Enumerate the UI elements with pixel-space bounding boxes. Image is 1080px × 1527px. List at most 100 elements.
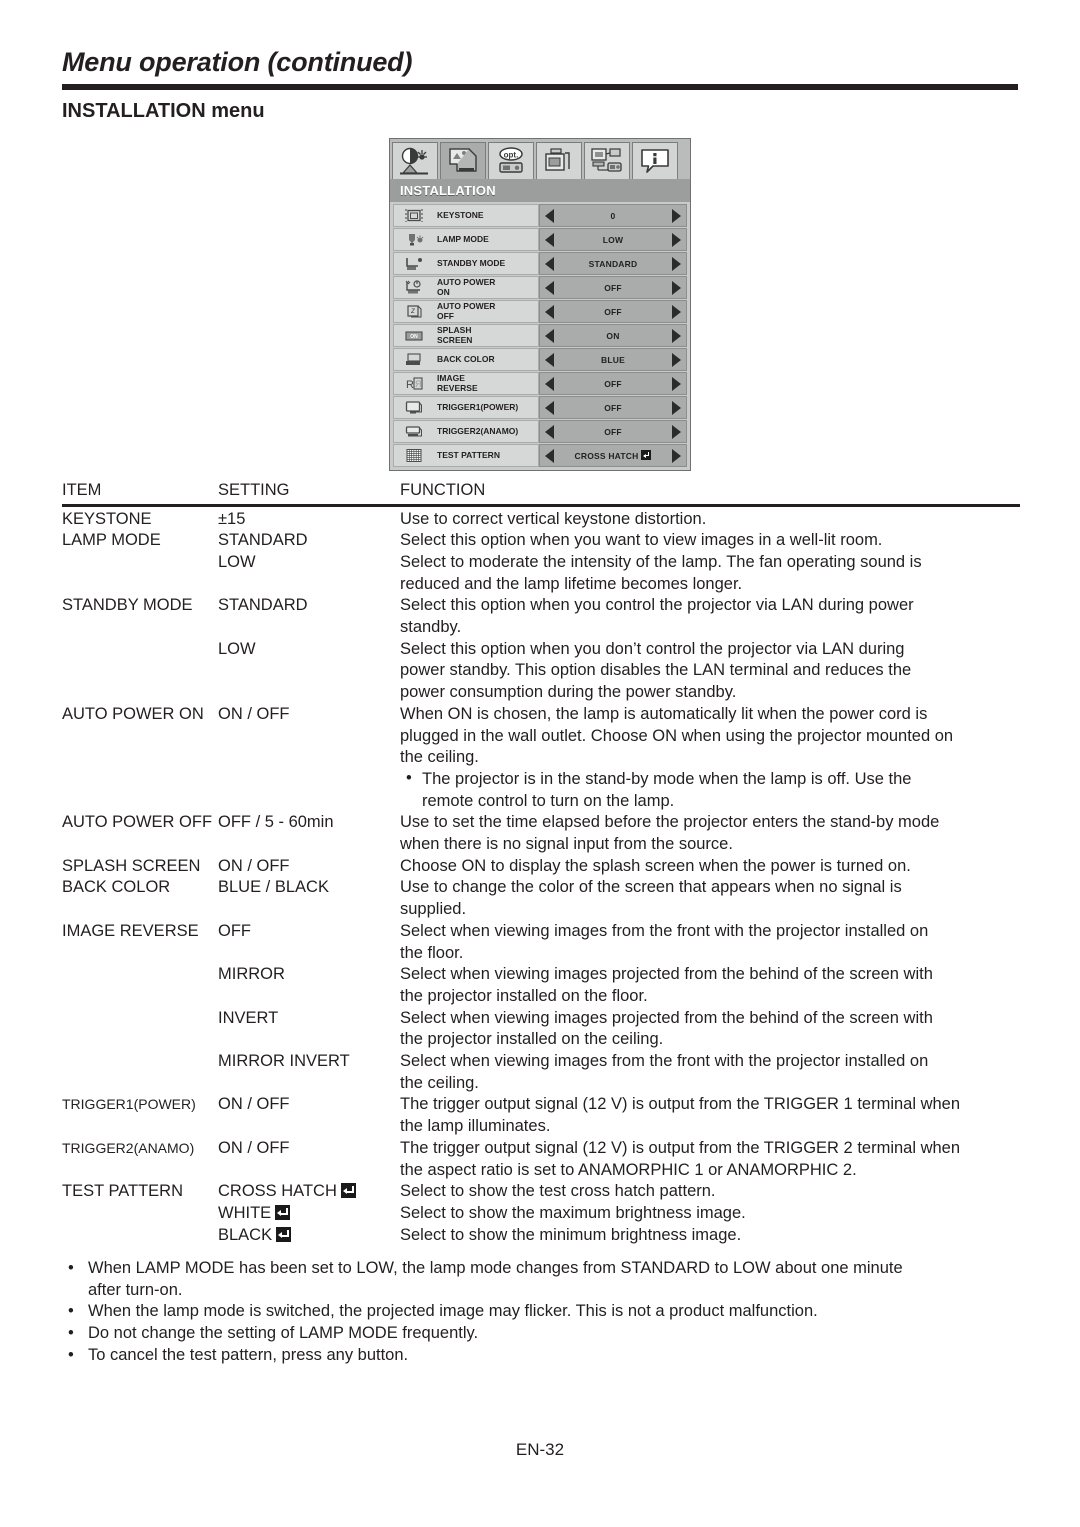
- left-arrow-icon[interactable]: [545, 208, 554, 223]
- option-menu-tab[interactable]: opt.: [488, 142, 534, 179]
- right-arrow-icon[interactable]: [672, 304, 681, 319]
- osd-row[interactable]: AUTO POWER ON OFF: [393, 276, 687, 299]
- table-cell-setting: OFF: [218, 921, 251, 940]
- osd-row[interactable]: RR IMAGE REVERSE OFF: [393, 372, 687, 395]
- osd-row-label: BACK COLOR: [433, 348, 539, 371]
- lamp-icon: [393, 228, 433, 251]
- table-row: MIRROR Select when viewing images project…: [62, 964, 1020, 1007]
- right-arrow-icon[interactable]: [672, 208, 681, 223]
- table-cell-setting: MIRROR INVERT: [218, 1052, 350, 1071]
- bullet-dot-icon: •: [68, 1345, 74, 1364]
- table-header-rule: [62, 504, 1020, 507]
- function-line: the ceiling.: [400, 748, 479, 767]
- information-menu-tab[interactable]: [632, 142, 678, 179]
- table-cell-function: Use to set the time elapsed before the p…: [400, 812, 1020, 855]
- image-menu-tab[interactable]: [392, 142, 438, 179]
- osd-row[interactable]: ON SPLASH SCREEN ON: [393, 324, 687, 347]
- section-title: INSTALLATION menu: [62, 100, 265, 122]
- osd-row[interactable]: TEST PATTERN CROSS HATCH: [393, 444, 687, 467]
- table-row: MIRROR INVERT Select when viewing images …: [62, 1051, 1020, 1094]
- trigger2-icon: [393, 420, 433, 443]
- osd-row-value-text: BLUE: [601, 354, 625, 365]
- network-menu-tab[interactable]: [584, 142, 630, 179]
- left-arrow-icon[interactable]: [545, 352, 554, 367]
- trigger1-icon: [393, 396, 433, 419]
- table-cell-function: Select this option when you control the …: [400, 595, 1020, 638]
- bullet-dot-icon: •: [406, 768, 412, 787]
- table-row: WHITE Select to show the maximum brightne…: [62, 1203, 1020, 1225]
- osd-row[interactable]: STANDBY MODE STANDARD: [393, 252, 687, 275]
- osd-row-label-line2: OFF: [437, 310, 454, 321]
- table-cell-function: Select when viewing images from the fron…: [400, 921, 1020, 964]
- osd-row-label-line1: BACK COLOR: [437, 353, 495, 364]
- left-arrow-icon[interactable]: [545, 424, 554, 439]
- column-header-item: ITEM: [62, 481, 102, 499]
- enter-key-icon: [276, 1226, 292, 1242]
- left-arrow-icon[interactable]: [545, 256, 554, 271]
- function-line: Select when viewing images from the fron…: [400, 921, 929, 940]
- function-line: power consumption during the power stand…: [400, 683, 737, 702]
- table-cell-setting: ON / OFF: [218, 1138, 290, 1157]
- osd-row[interactable]: LAMP MODE LOW: [393, 228, 687, 251]
- osd-row-value[interactable]: BLUE: [539, 348, 687, 371]
- right-arrow-icon[interactable]: [672, 448, 681, 463]
- left-arrow-icon[interactable]: [545, 304, 554, 319]
- osd-row-value[interactable]: OFF: [539, 420, 687, 443]
- right-arrow-icon[interactable]: [672, 400, 681, 415]
- right-arrow-icon[interactable]: [672, 424, 681, 439]
- osd-row-value[interactable]: OFF: [539, 372, 687, 395]
- note-line: When the lamp mode is switched, the proj…: [88, 1302, 818, 1321]
- left-arrow-icon[interactable]: [545, 232, 554, 247]
- installation-menu-tab[interactable]: [440, 142, 486, 179]
- osd-row-value-text: OFF: [604, 306, 622, 317]
- table-cell-setting: ON / OFF: [218, 856, 290, 875]
- right-arrow-icon[interactable]: [672, 280, 681, 295]
- table-cell-function: Select to show the minimum brightness im…: [400, 1225, 1020, 1247]
- right-arrow-icon[interactable]: [672, 352, 681, 367]
- page-footer: EN-32: [0, 1440, 1080, 1460]
- table-cell-setting: ON / OFF: [218, 704, 290, 723]
- osd-row[interactable]: BACK COLOR BLUE: [393, 348, 687, 371]
- osd-row-label-line2: REVERSE: [437, 382, 478, 393]
- function-line: Select this option when you want to view…: [400, 531, 883, 550]
- table-row: SPLASH SCREEN ON / OFF Choose ON to displa…: [62, 856, 1020, 878]
- function-bullet-line: • The projector is in the stand-by mode w…: [406, 768, 912, 788]
- osd-menu-screenshot: opt. INSTALLATION KEYSTONE 0 LAMP MODE L…: [389, 138, 691, 471]
- signal-menu-tab[interactable]: [536, 142, 582, 179]
- osd-row-value[interactable]: CROSS HATCH: [539, 444, 687, 467]
- network-icon: [591, 148, 622, 172]
- osd-row-value-text: 0: [610, 210, 616, 221]
- installation-icon: [449, 148, 477, 172]
- table-cell-function: When ON is chosen, the lamp is automatic…: [400, 704, 1020, 813]
- right-arrow-icon[interactable]: [672, 256, 681, 271]
- image-contrast-icon: [400, 147, 428, 175]
- osd-row-value[interactable]: STANDARD: [539, 252, 687, 275]
- osd-row[interactable]: KEYSTONE 0: [393, 204, 687, 227]
- bullet-dot-icon: •: [68, 1324, 74, 1343]
- left-arrow-icon[interactable]: [545, 328, 554, 343]
- osd-row-value-text: STANDARD: [588, 258, 638, 269]
- function-line: Select this option when you control the …: [400, 596, 914, 615]
- osd-row-label: LAMP MODE: [433, 228, 539, 251]
- right-arrow-icon[interactable]: [672, 232, 681, 247]
- note-line: To cancel the test pattern, press any bu…: [88, 1345, 409, 1364]
- left-arrow-icon[interactable]: [545, 376, 554, 391]
- function-line: Use to correct vertical keystone distort…: [400, 509, 707, 528]
- left-arrow-icon[interactable]: [545, 400, 554, 415]
- left-arrow-icon[interactable]: [545, 448, 554, 463]
- left-arrow-icon[interactable]: [545, 280, 554, 295]
- osd-row-value[interactable]: 0: [539, 204, 687, 227]
- table-cell-function: Select to moderate the intensity of the …: [400, 552, 1020, 595]
- osd-row-value[interactable]: OFF: [539, 300, 687, 323]
- osd-row-value[interactable]: ON: [539, 324, 687, 347]
- osd-row-value[interactable]: LOW: [539, 228, 687, 251]
- right-arrow-icon[interactable]: [672, 376, 681, 391]
- osd-row-value[interactable]: OFF: [539, 396, 687, 419]
- table-cell-function: Select this option when you want to view…: [400, 530, 1020, 552]
- function-line: Select to show the minimum brightness im…: [400, 1225, 742, 1244]
- osd-row[interactable]: TRIGGER1(POWER) OFF: [393, 396, 687, 419]
- osd-row[interactable]: TRIGGER2(ANAMO) OFF: [393, 420, 687, 443]
- right-arrow-icon[interactable]: [672, 328, 681, 343]
- osd-row-value[interactable]: OFF: [539, 276, 687, 299]
- osd-row[interactable]: z AUTO POWER OFF OFF: [393, 300, 687, 323]
